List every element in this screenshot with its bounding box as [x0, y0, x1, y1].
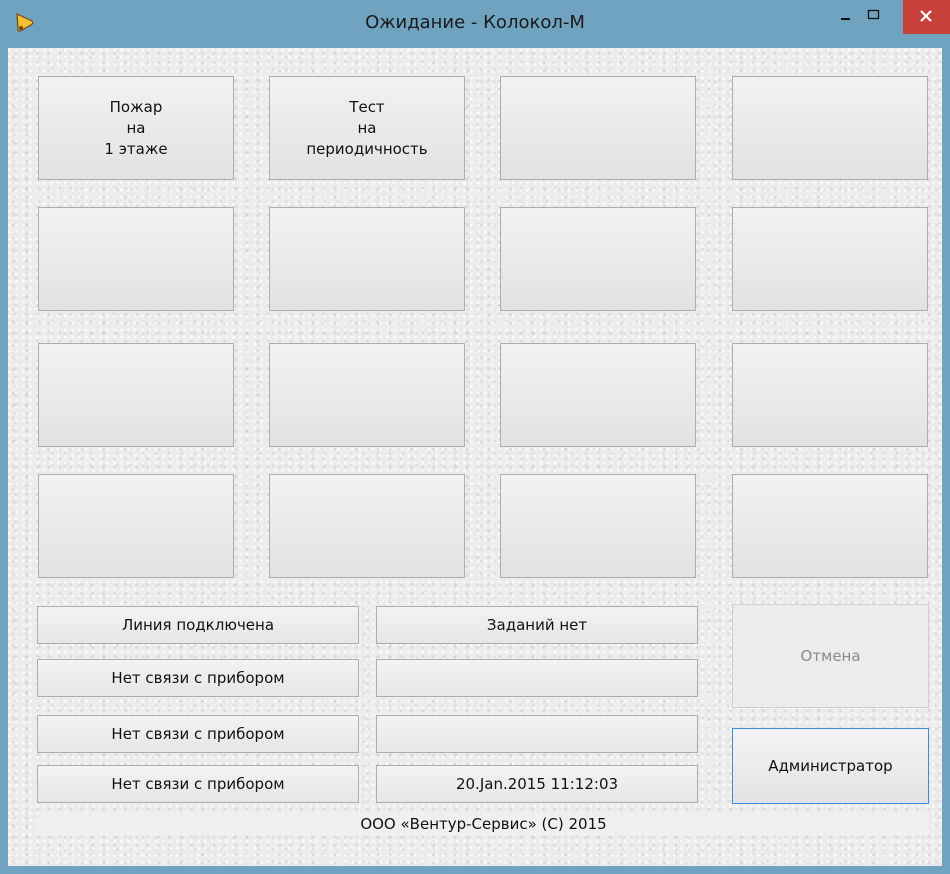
zone-button-13[interactable]	[38, 474, 234, 578]
zone-button-1[interactable]: Пожар на 1 этаже	[38, 76, 234, 180]
extra-status-2	[376, 715, 698, 753]
zone-button-11[interactable]	[500, 343, 696, 447]
zone-button-14[interactable]	[269, 474, 465, 578]
device-status-2: Нет связи с прибором	[37, 715, 359, 753]
app-window: Ожидание - Колокол-М Пожар на 1 этаже Тес…	[0, 0, 950, 874]
title-bar[interactable]: Ожидание - Колокол-М	[0, 0, 950, 48]
tasks-status: Заданий нет	[376, 606, 698, 644]
zone-button-10[interactable]	[269, 343, 465, 447]
zone-button-6[interactable]	[269, 207, 465, 311]
zone-button-8[interactable]	[732, 207, 928, 311]
zone-button-12[interactable]	[732, 343, 928, 447]
zone-button-7[interactable]	[500, 207, 696, 311]
window-title: Ожидание - Колокол-М	[365, 12, 585, 33]
admin-button[interactable]: Администратор	[732, 728, 929, 804]
zone-button-15[interactable]	[500, 474, 696, 578]
cancel-button[interactable]: Отмена	[732, 604, 929, 708]
zone-button-16[interactable]	[732, 474, 928, 578]
zone-button-9[interactable]	[38, 343, 234, 447]
zone-button-3[interactable]	[500, 76, 696, 180]
device-status-1: Нет связи с прибором	[37, 659, 359, 697]
close-icon	[920, 10, 932, 22]
datetime-status: 20.Jan.2015 11:12:03	[376, 765, 698, 803]
maximize-button[interactable]	[858, 0, 904, 34]
extra-status-1	[376, 659, 698, 697]
copyright-footer: ООО «Вентур-Сервис» (С) 2015	[38, 812, 929, 836]
device-status-3: Нет связи с прибором	[37, 765, 359, 803]
zone-button-5[interactable]	[38, 207, 234, 311]
close-button[interactable]	[903, 0, 950, 34]
zone-button-2[interactable]: Тест на периодичность	[269, 76, 465, 180]
zone-button-4[interactable]	[732, 76, 928, 180]
maximize-icon	[867, 9, 880, 20]
line-status: Линия подключена	[37, 606, 359, 644]
